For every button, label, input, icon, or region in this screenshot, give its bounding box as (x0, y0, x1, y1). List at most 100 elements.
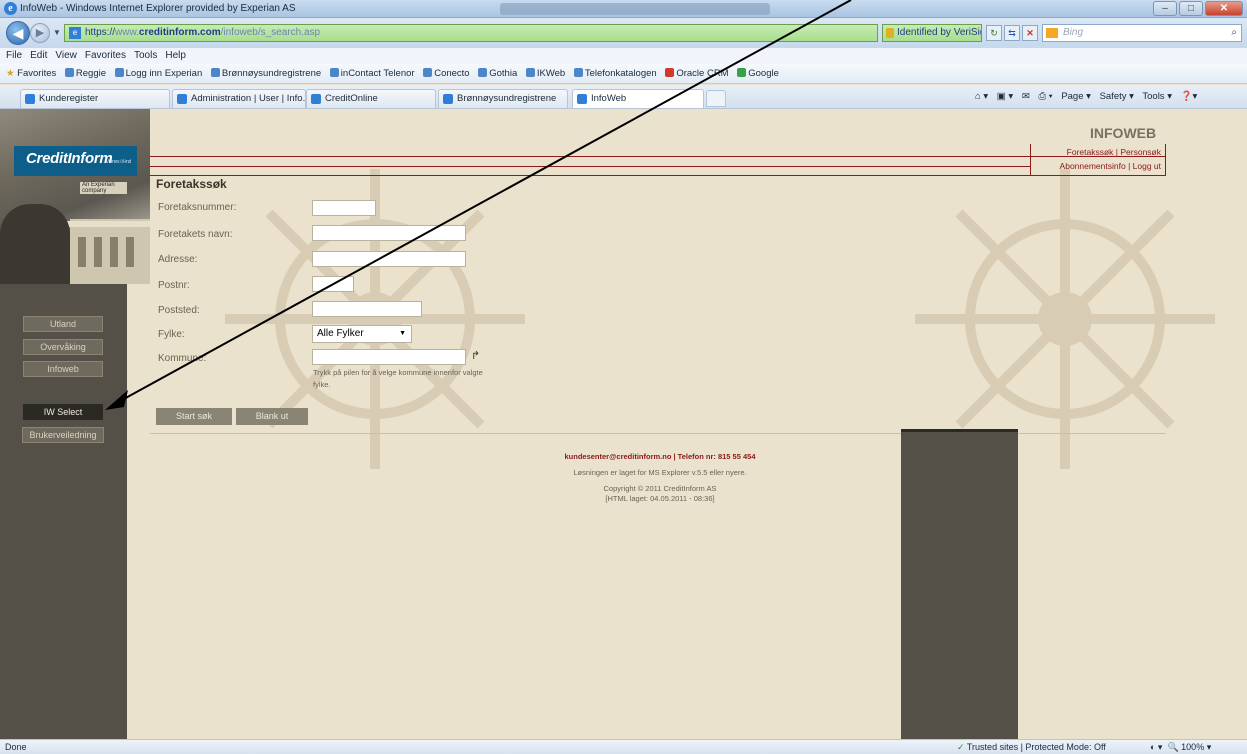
favorites-bar: ★ Favorites Reggie Logg inn Experian Brø… (0, 64, 1247, 84)
zoom-control[interactable]: ◐ ▾ 🔍 100% ▾ (1150, 740, 1211, 754)
nav-links-search[interactable]: Foretakssøk | Personsøk (1031, 146, 1165, 158)
foretakets-navn-input[interactable] (312, 225, 466, 241)
back-button[interactable]: ◀ (6, 21, 30, 45)
favorite-label: Brønnøysundregistrene (221, 68, 322, 79)
tab-creditonline[interactable]: CreditOnline (306, 89, 436, 108)
top-links: Foretakssøk | Personsøk Abonnementsinfo … (1030, 144, 1166, 175)
contact-info[interactable]: kundesenter@creditinform.no | Telefon nr… (500, 452, 820, 462)
home-icon[interactable]: ⌂ ▾ (975, 91, 988, 102)
foretaksnummer-input[interactable] (312, 200, 376, 216)
label-postnr: Postnr: (158, 280, 190, 291)
close-button[interactable]: ✕ (1205, 1, 1243, 16)
menu-help[interactable]: Help (161, 48, 190, 64)
minimize-button[interactable]: – (1153, 1, 1177, 16)
favorite-icon (525, 68, 535, 77)
divider (150, 156, 1166, 157)
print-icon[interactable]: ⎙ ▾ (1038, 91, 1052, 102)
tab-icon (311, 94, 321, 104)
tab-icon (25, 94, 35, 104)
page-menu[interactable]: Page ▾ (1061, 91, 1091, 102)
favorite-link[interactable]: inContact Telenor (329, 64, 415, 83)
sidebar-item-overvaking[interactable]: Overvåking (23, 339, 103, 355)
tab-kunderegister[interactable]: Kunderegister (20, 89, 170, 108)
favorite-icon (210, 68, 220, 77)
kommune-input[interactable] (312, 349, 466, 365)
label-poststed: Poststed: (158, 305, 200, 316)
favorite-link[interactable]: Logg inn Experian (114, 64, 202, 83)
kommune-picker-arrow-icon[interactable]: ↱ (471, 349, 480, 362)
menu-bar: File Edit View Favorites Tools Help (0, 48, 1247, 64)
help-icon[interactable]: ❓▾ (1181, 91, 1198, 102)
tab-bronnoysundregistrene[interactable]: Brønnøysundregistrene (438, 89, 568, 108)
security-zone-label: Trusted sites | Protected Mode: Off (966, 742, 1106, 752)
tab-administration[interactable]: Administration | User | Info... (172, 89, 306, 108)
window-title: InfoWeb - Windows Internet Explorer prov… (20, 3, 296, 14)
menu-tools[interactable]: Tools (130, 48, 161, 64)
chevron-down-icon: ▼ (399, 330, 406, 337)
history-dropdown-icon[interactable]: ▼ (53, 28, 61, 37)
menu-edit[interactable]: Edit (26, 48, 51, 64)
site-title: INFOWEB (1090, 125, 1157, 141)
address-bar[interactable]: e https://www.creditinform.com/infoweb/s… (64, 24, 878, 42)
favorite-label: Telefonkatalogen (584, 68, 657, 79)
command-bar: ⌂ ▾ ▣ ▾ ✉ ⎙ ▾ Page ▾ Safety ▾ Tools ▾ ❓▾ (975, 91, 1203, 102)
favorite-link[interactable]: Conecto (423, 64, 470, 83)
clear-form-button[interactable]: Blank ut (236, 408, 308, 425)
safety-menu[interactable]: Safety ▾ (1100, 91, 1134, 102)
menu-view[interactable]: View (51, 48, 81, 64)
start-search-button[interactable]: Start søk (156, 408, 232, 425)
person-image (0, 204, 70, 284)
compatibility-button[interactable]: ⇆ (1004, 25, 1020, 41)
page-icon: e (69, 27, 81, 39)
label-kommune: Kommune: (158, 353, 207, 364)
favorite-link[interactable]: Google (737, 64, 779, 83)
tools-menu[interactable]: Tools ▾ (1142, 91, 1172, 102)
sidebar-item-infoweb[interactable]: Infoweb (23, 361, 103, 377)
sidebar-item-brukerveiledning[interactable]: Brukerveiledning (22, 427, 104, 443)
divider (150, 166, 1030, 167)
menu-file[interactable]: File (0, 48, 26, 64)
refresh-button[interactable]: ↻ (986, 25, 1002, 41)
forward-button[interactable]: ▶ (30, 23, 50, 43)
mail-icon[interactable]: ✉ (1022, 91, 1030, 102)
favorite-label: inContact Telenor (340, 68, 415, 79)
postnr-input[interactable] (312, 276, 354, 292)
security-identity[interactable]: Identified by VeriSign (882, 24, 982, 42)
poststed-input[interactable] (312, 301, 422, 317)
search-input[interactable]: Bing ⌕ (1042, 24, 1242, 42)
window-titlebar: e InfoWeb - Windows Internet Explorer pr… (0, 0, 1247, 18)
favorite-link[interactable]: Oracle CRM (665, 64, 729, 83)
favorite-icon (114, 68, 124, 77)
creditinform-logo: CreditInform Vinnes i il-ind (14, 146, 137, 176)
star-icon: ★ (6, 68, 15, 79)
url-host: creditinform.com (138, 27, 221, 38)
security-zone[interactable]: ✓ Trusted sites | Protected Mode: Off (957, 740, 1106, 754)
ie-icon: e (4, 2, 17, 15)
favorite-label: Gothia (489, 68, 518, 79)
fylke-select[interactable]: Alle Fylker ▼ (312, 325, 412, 343)
favorite-icon (737, 68, 747, 77)
new-tab-button[interactable] (706, 90, 726, 107)
status-bar: Done ✓ Trusted sites | Protected Mode: O… (0, 739, 1247, 754)
feeds-icon[interactable]: ▣ ▾ (997, 91, 1013, 102)
favorite-link[interactable]: Gothia (478, 64, 518, 83)
favorite-icon (423, 68, 433, 77)
menu-favorites[interactable]: Favorites (81, 48, 130, 64)
favorite-link[interactable]: IKWeb (525, 64, 565, 83)
page-footer: kundesenter@creditinform.no | Telefon nr… (500, 452, 820, 504)
tab-label: Kunderegister (39, 93, 99, 104)
sidebar-item-utland[interactable]: Utland (23, 316, 103, 332)
favorites-button[interactable]: ★ Favorites (6, 64, 56, 83)
stop-button[interactable]: ✕ (1022, 25, 1038, 41)
nav-links-account[interactable]: Abonnementsinfo | Logg ut (1031, 160, 1165, 172)
favorite-link[interactable]: Telefonkatalogen (573, 64, 657, 83)
adresse-input[interactable] (312, 251, 466, 267)
search-icon[interactable]: ⌕ (1231, 25, 1237, 41)
tab-icon (577, 94, 587, 104)
maximize-button[interactable]: □ (1179, 1, 1203, 16)
sidebar-item-iw-select[interactable]: IW Select (23, 404, 103, 420)
favorite-link[interactable]: Reggie (64, 64, 106, 83)
logo-text: CreditInform (26, 150, 113, 167)
tab-infoweb[interactable]: InfoWeb (572, 89, 704, 108)
favorite-link[interactable]: Brønnøysundregistrene (210, 64, 322, 83)
